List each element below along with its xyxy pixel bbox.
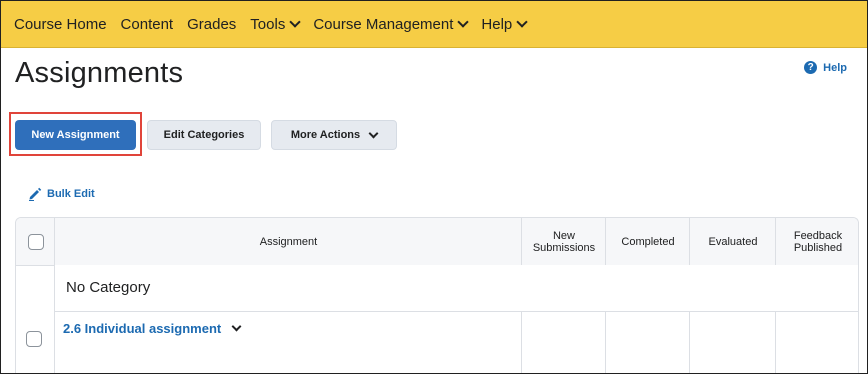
page-title: Assignments (15, 57, 184, 89)
table-row: 2.6 Individual assignment (16, 311, 858, 373)
nav-help[interactable]: Help (474, 1, 533, 47)
header-completed[interactable]: Completed (606, 218, 690, 265)
nav-label: Course Home (14, 15, 107, 33)
table-header: Assignment New Submissions Completed Eva… (16, 218, 858, 266)
bulk-edit-label: Bulk Edit (47, 188, 95, 200)
chevron-down-icon (368, 128, 379, 138)
assignment-link[interactable]: 2.6 Individual assignment (63, 321, 242, 336)
header-feedback-published[interactable]: Feedback Published (776, 218, 858, 265)
more-actions-button[interactable]: More Actions (271, 120, 397, 150)
assignments-table: Assignment New Submissions Completed Eva… (15, 217, 859, 373)
chevron-down-icon (289, 16, 301, 28)
chevron-down-icon[interactable] (231, 321, 242, 332)
assignment-name: 2.6 Individual assignment (63, 321, 222, 336)
column-divider (521, 218, 522, 265)
category-label: No Category (66, 279, 151, 296)
nav-content[interactable]: Content (114, 1, 181, 47)
header-new-submissions[interactable]: New Submissions (522, 218, 606, 265)
nav-course-management[interactable]: Course Management (306, 1, 474, 47)
header-evaluated[interactable]: Evaluated (690, 218, 776, 265)
more-actions-label: More Actions (290, 129, 361, 141)
help-label: Help (823, 61, 847, 74)
question-circle-icon: ? (804, 61, 818, 74)
nav-label: Tools (250, 15, 286, 33)
nav-tools[interactable]: Tools (243, 1, 306, 47)
edit-categories-button[interactable]: Edit Categories (147, 120, 261, 150)
nav-label: Help (481, 15, 513, 33)
column-divider (689, 218, 690, 265)
pencil-icon (29, 187, 42, 201)
select-all-cell (16, 218, 55, 265)
chevron-down-icon (457, 16, 470, 28)
column-divider (605, 218, 606, 265)
select-all-checkbox[interactable] (27, 233, 44, 250)
category-row: No Category (55, 265, 858, 312)
row-checkbox[interactable] (26, 331, 42, 347)
course-navbar: Course Home Content Grades Tools Course … (1, 1, 867, 48)
new-assignment-button[interactable]: New Assignment (15, 120, 136, 150)
nav-label: Course Management (313, 15, 454, 33)
nav-course-home[interactable]: Course Home (1, 1, 114, 47)
column-divider (775, 218, 776, 265)
help-link[interactable]: ? Help (804, 61, 847, 74)
bulk-edit-link[interactable]: Bulk Edit (28, 187, 95, 201)
nav-grades[interactable]: Grades (180, 1, 243, 47)
chevron-down-icon (516, 16, 528, 28)
app-frame: Course Home Content Grades Tools Course … (0, 0, 868, 374)
nav-label: Content (120, 15, 174, 33)
header-assignment[interactable]: Assignment (55, 218, 522, 265)
nav-label: Grades (187, 15, 237, 33)
